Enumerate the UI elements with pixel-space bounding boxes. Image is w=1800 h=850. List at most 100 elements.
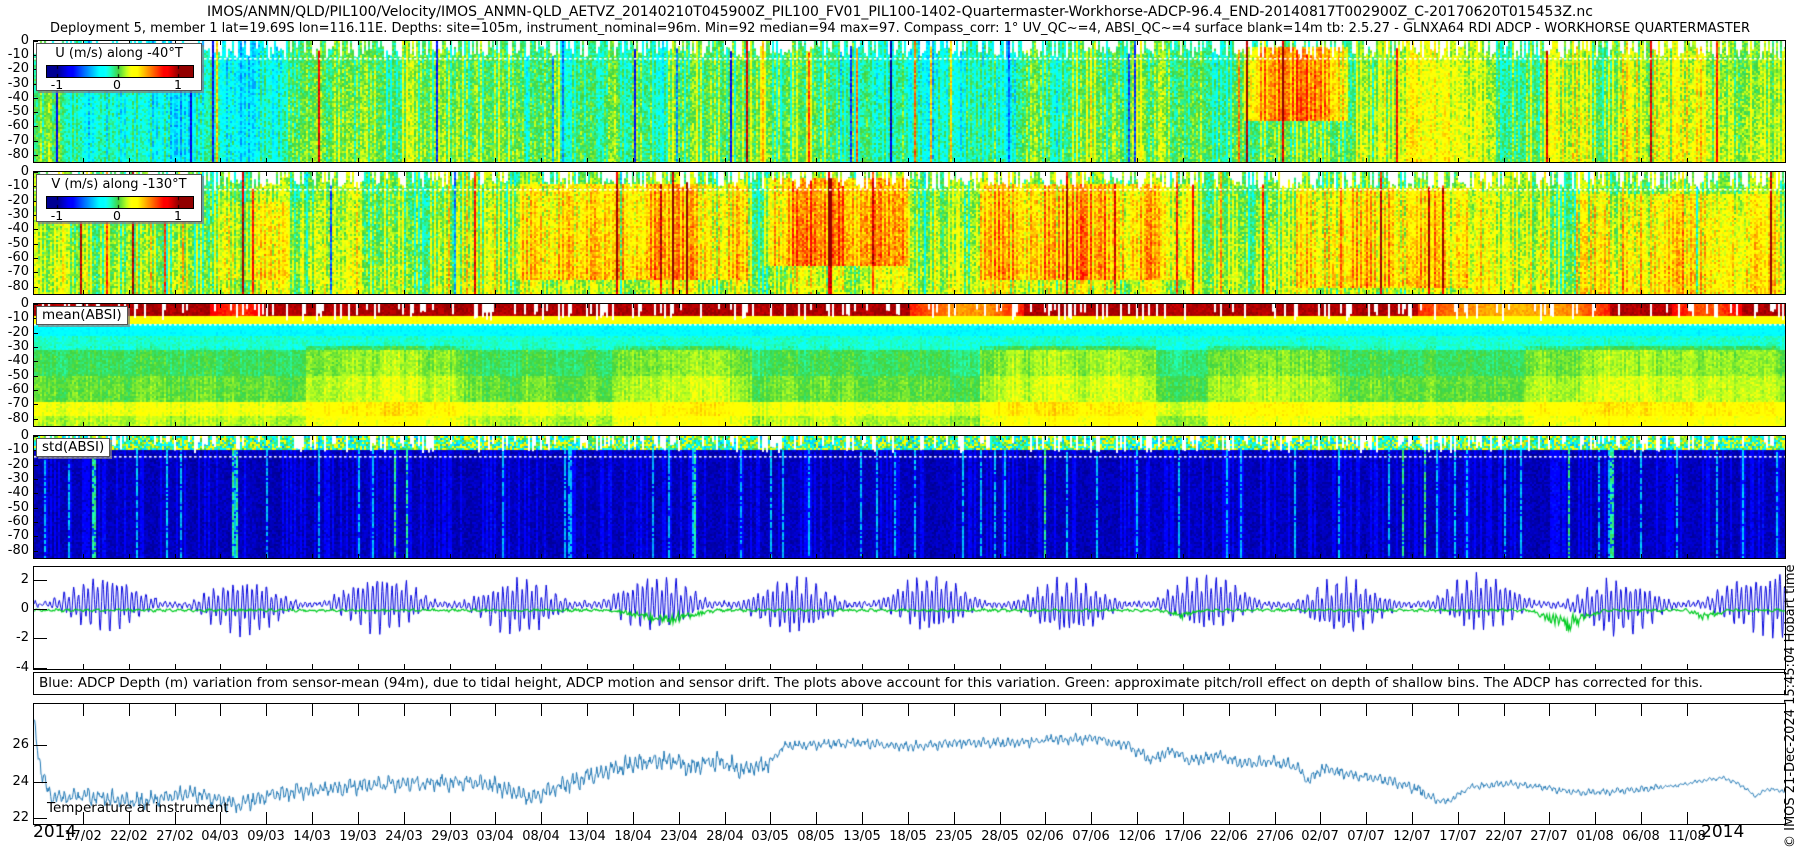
x-tick [495, 290, 496, 294]
x-tick [1412, 812, 1413, 824]
x-tick [1549, 664, 1550, 669]
x-tick [1320, 41, 1321, 45]
x-tick [1549, 422, 1550, 426]
x-tick [1366, 664, 1367, 669]
x-tick [83, 704, 84, 716]
x-tick [1641, 172, 1642, 176]
depth-tick-label: -40 [0, 353, 29, 369]
x-tick [358, 436, 359, 440]
temp-tick-label: 22 [0, 810, 29, 826]
x-tick [1091, 422, 1092, 426]
x-tick [1641, 436, 1642, 440]
x-tick [1458, 812, 1459, 824]
x-tick [1595, 554, 1596, 558]
x-tick [1549, 158, 1550, 162]
x-tick [1229, 290, 1230, 294]
x-tick [1458, 158, 1459, 162]
x-tick [1641, 812, 1642, 824]
x-tick [312, 812, 313, 824]
x-tick [1641, 664, 1642, 669]
x-tick [1458, 422, 1459, 426]
x-tick [954, 436, 955, 440]
x-tick [1458, 436, 1459, 440]
y-tick [34, 272, 38, 273]
x-tick [1183, 304, 1184, 308]
y-tick [34, 287, 38, 288]
x-tick [266, 304, 267, 308]
x-tick [450, 172, 451, 176]
x-tick [816, 158, 817, 162]
x-tick [1641, 704, 1642, 716]
x-tick [220, 554, 221, 558]
x-tick [1183, 158, 1184, 162]
x-tick [1687, 436, 1688, 440]
x-tick [358, 422, 359, 426]
x-tick [129, 704, 130, 716]
x-tick [1595, 172, 1596, 176]
x-tick [175, 290, 176, 294]
x-tick [1641, 290, 1642, 294]
x-tick [220, 304, 221, 308]
x-tick [862, 304, 863, 308]
x-tick [220, 41, 221, 45]
y-tick [34, 782, 47, 783]
x-tick [220, 172, 221, 176]
x-tick [404, 554, 405, 558]
label-box-std-absi: std(ABSI) [36, 438, 110, 457]
depth-tick-label: -20 [0, 61, 29, 77]
x-tick [450, 41, 451, 45]
x-tick [908, 304, 909, 308]
x-tick [495, 554, 496, 558]
x-tick [358, 172, 359, 176]
x-tick [954, 554, 955, 558]
x-tick [1229, 41, 1230, 45]
x-tick [404, 172, 405, 176]
x-tick [1366, 41, 1367, 45]
x-tick [266, 158, 267, 162]
x-tick [1412, 664, 1413, 669]
x-tick [770, 422, 771, 426]
x-tick [450, 812, 451, 824]
x-tick [908, 554, 909, 558]
x-tick [358, 304, 359, 308]
mean-absi-canvas [34, 304, 1785, 426]
x-tick [1641, 554, 1642, 558]
x-tick [1275, 41, 1276, 45]
x-tick [725, 664, 726, 669]
x-tick [1549, 554, 1550, 558]
y-tick [34, 745, 47, 746]
x-tick [358, 290, 359, 294]
colorbar-u-tick-label: 0 [113, 77, 121, 92]
x-tick [908, 172, 909, 176]
x-tick [175, 436, 176, 440]
label-box-mean-absi: mean(ABSI) [36, 306, 128, 325]
x-tick [679, 554, 680, 558]
line-tick-label: -2 [0, 630, 29, 646]
x-tick [633, 436, 634, 440]
x-tick [816, 290, 817, 294]
x-tick [1137, 554, 1138, 558]
x-tick [679, 172, 680, 176]
x-tick [1504, 812, 1505, 824]
x-tick [1320, 304, 1321, 308]
x-tick [587, 812, 588, 824]
x-tick [312, 290, 313, 294]
x-tick [129, 664, 130, 669]
x-tick [1320, 812, 1321, 824]
y-tick [34, 465, 38, 466]
x-tick [404, 290, 405, 294]
x-tick [1687, 812, 1688, 824]
x-axis-year-right: 2014 [1701, 822, 1744, 842]
x-tick [495, 436, 496, 440]
x-tick [541, 304, 542, 308]
x-tick [1000, 704, 1001, 716]
y-tick [34, 112, 38, 113]
x-tick [404, 158, 405, 162]
x-tick [1091, 158, 1092, 162]
x-tick [495, 664, 496, 669]
x-tick [404, 664, 405, 669]
x-tick [1091, 704, 1092, 716]
temp-tick-label: 26 [0, 737, 29, 753]
x-tick [495, 304, 496, 308]
x-tick [954, 812, 955, 824]
